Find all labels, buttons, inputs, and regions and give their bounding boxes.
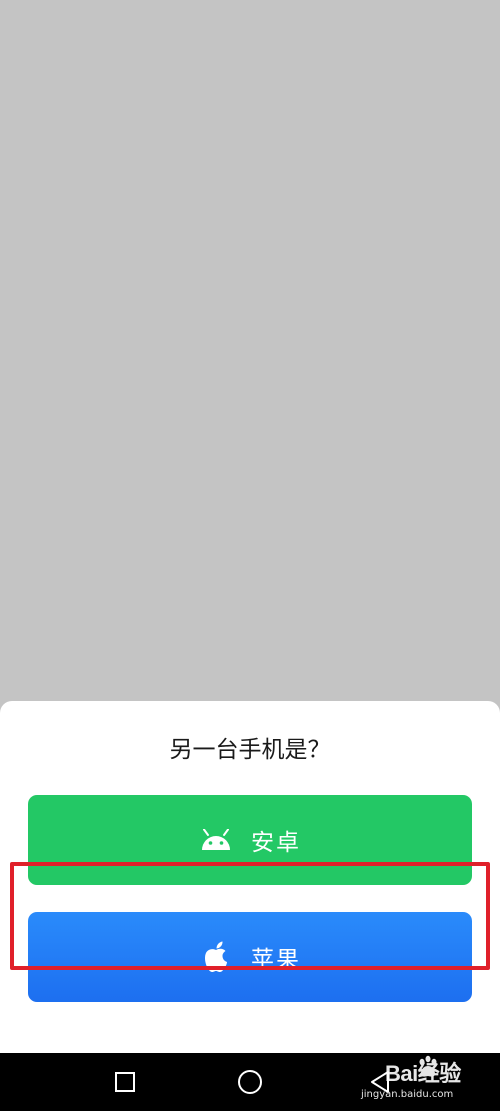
recents-button[interactable] xyxy=(110,1067,140,1097)
watermark-brand: Bai经验 xyxy=(385,1061,461,1086)
highlight-annotation-box xyxy=(10,862,490,970)
square-icon xyxy=(115,1072,135,1092)
sheet-title: 另一台手机是？ xyxy=(169,737,331,763)
home-button[interactable] xyxy=(235,1067,265,1097)
dimmed-backdrop[interactable] xyxy=(0,0,500,701)
circle-icon xyxy=(238,1070,262,1094)
android-icon xyxy=(199,825,233,855)
baidu-jingyan-watermark: Bai经验 jingyan.baidu.com xyxy=(357,1050,492,1110)
phone-screen: 另一台手机是？ 安卓 苹果 Bai经验 jingyan.baidu.com xyxy=(0,0,500,1111)
watermark-domain: jingyan.baidu.com xyxy=(361,1089,454,1100)
android-button-label: 安卓 xyxy=(251,830,301,856)
